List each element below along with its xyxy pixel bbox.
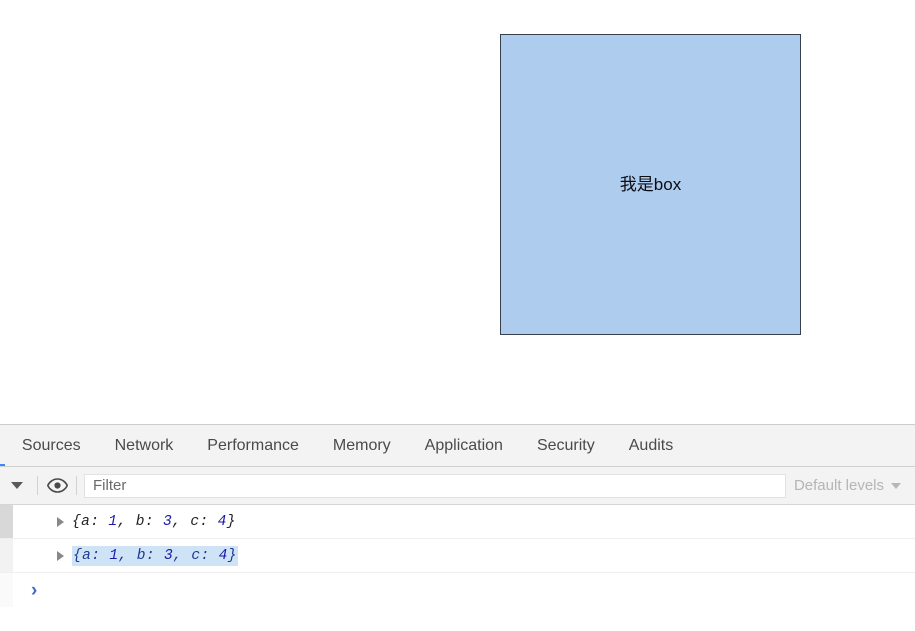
tab-application[interactable]: Application xyxy=(408,425,520,466)
tab-label: Security xyxy=(536,436,595,454)
toolbar-divider-1 xyxy=(37,476,38,495)
tab-label: Performance xyxy=(207,436,299,454)
console-object-preview: {a: 1, b: 3, c: 4} xyxy=(72,545,238,566)
console-message-row[interactable]: {a: 1, b: 3, c: 4} xyxy=(0,539,915,573)
tab-label: Network xyxy=(114,436,174,454)
tab-network[interactable]: Network xyxy=(98,425,191,466)
demo-box: 我是box xyxy=(500,34,801,335)
tab-label: Audits xyxy=(628,436,674,454)
browser-page-viewport: 我是box xyxy=(0,0,915,424)
toolbar-divider-2 xyxy=(76,476,77,495)
eye-icon[interactable] xyxy=(45,474,69,498)
console-prompt-input[interactable] xyxy=(37,573,915,607)
expand-triangle-icon[interactable] xyxy=(57,550,64,561)
expand-triangle-icon[interactable] xyxy=(57,516,64,527)
devtools-panel: eSourcesNetworkPerformanceMemoryApplicat… xyxy=(0,424,915,631)
console-row-gutter xyxy=(0,505,13,538)
log-levels-dropdown[interactable]: Default levels xyxy=(794,477,909,494)
filter-placeholder: Filter xyxy=(93,477,127,494)
console-prompt-row[interactable]: › xyxy=(0,573,915,607)
console-object-preview: {a: 1, b: 3, c: 4} xyxy=(72,513,236,530)
tab-memory[interactable]: Memory xyxy=(316,425,408,466)
filter-input[interactable]: Filter xyxy=(84,473,786,498)
console-row-gutter xyxy=(0,539,13,572)
tab-label: Application xyxy=(424,436,503,454)
console-message-list: {a: 1, b: 3, c: 4} {a: 1, b: 3, c: 4} › xyxy=(0,505,915,631)
chevron-down-icon xyxy=(891,482,901,489)
tab-audits[interactable]: Audits xyxy=(612,425,690,466)
tab-label: Sources xyxy=(21,436,81,454)
devtools-tabbar: eSourcesNetworkPerformanceMemoryApplicat… xyxy=(0,425,915,467)
log-levels-label: Default levels xyxy=(793,477,884,494)
chevron-down-icon xyxy=(11,482,23,489)
demo-box-label: 我是box xyxy=(619,175,682,194)
tab-performance[interactable]: Performance xyxy=(190,425,316,466)
tab-label: Memory xyxy=(332,436,391,454)
tab-sources[interactable]: Sources xyxy=(5,425,98,466)
console-prompt-gutter xyxy=(0,573,13,607)
execution-context-dropdown[interactable] xyxy=(4,474,30,498)
tab-security[interactable]: Security xyxy=(520,425,612,466)
console-message-row[interactable]: {a: 1, b: 3, c: 4} xyxy=(0,505,915,539)
console-toolbar: Filter Default levels xyxy=(0,467,915,505)
